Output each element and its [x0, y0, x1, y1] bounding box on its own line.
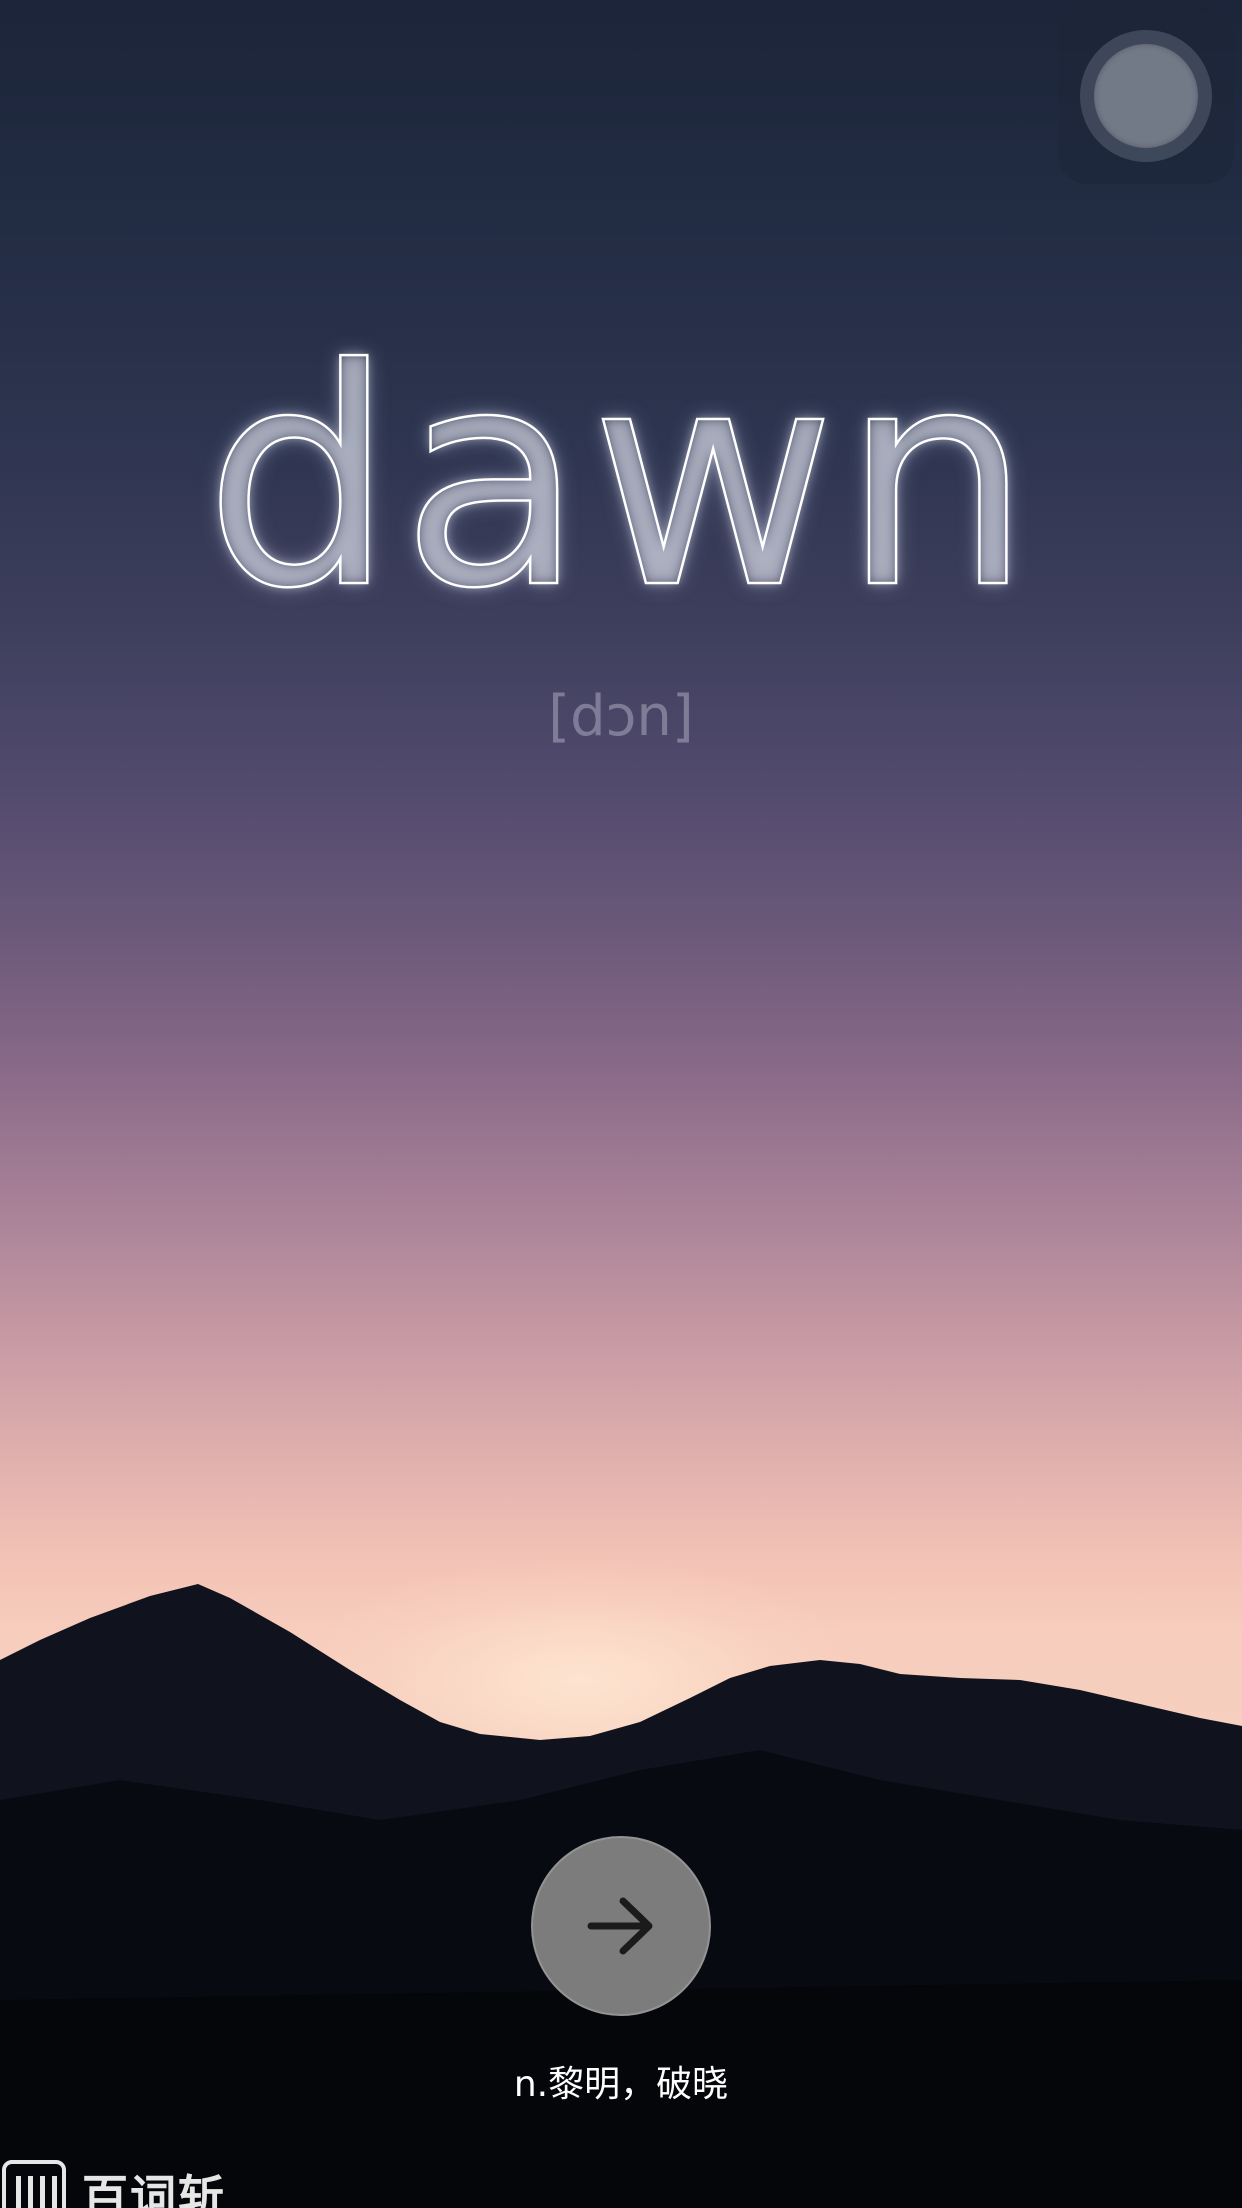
brand-watermark: 百词斩	[0, 2160, 226, 2208]
word-meaning: n.黎明，破晓	[513, 2064, 729, 2105]
next-word-button[interactable]	[531, 1836, 711, 2016]
assistive-touch-icon	[1080, 30, 1212, 162]
baicizhan-logo-icon	[2, 2160, 66, 2208]
word-title: dawn	[203, 305, 1038, 654]
arrow-right-icon	[587, 1897, 653, 1955]
brand-name: 百词斩	[82, 2170, 226, 2208]
word-phonetic[interactable]: [dɔn]	[0, 682, 1242, 752]
word-card-screen: dawn [dɔn] n.黎明，破晓 百词斩	[0, 0, 1242, 2208]
assistive-touch-button[interactable]	[1058, 8, 1234, 184]
